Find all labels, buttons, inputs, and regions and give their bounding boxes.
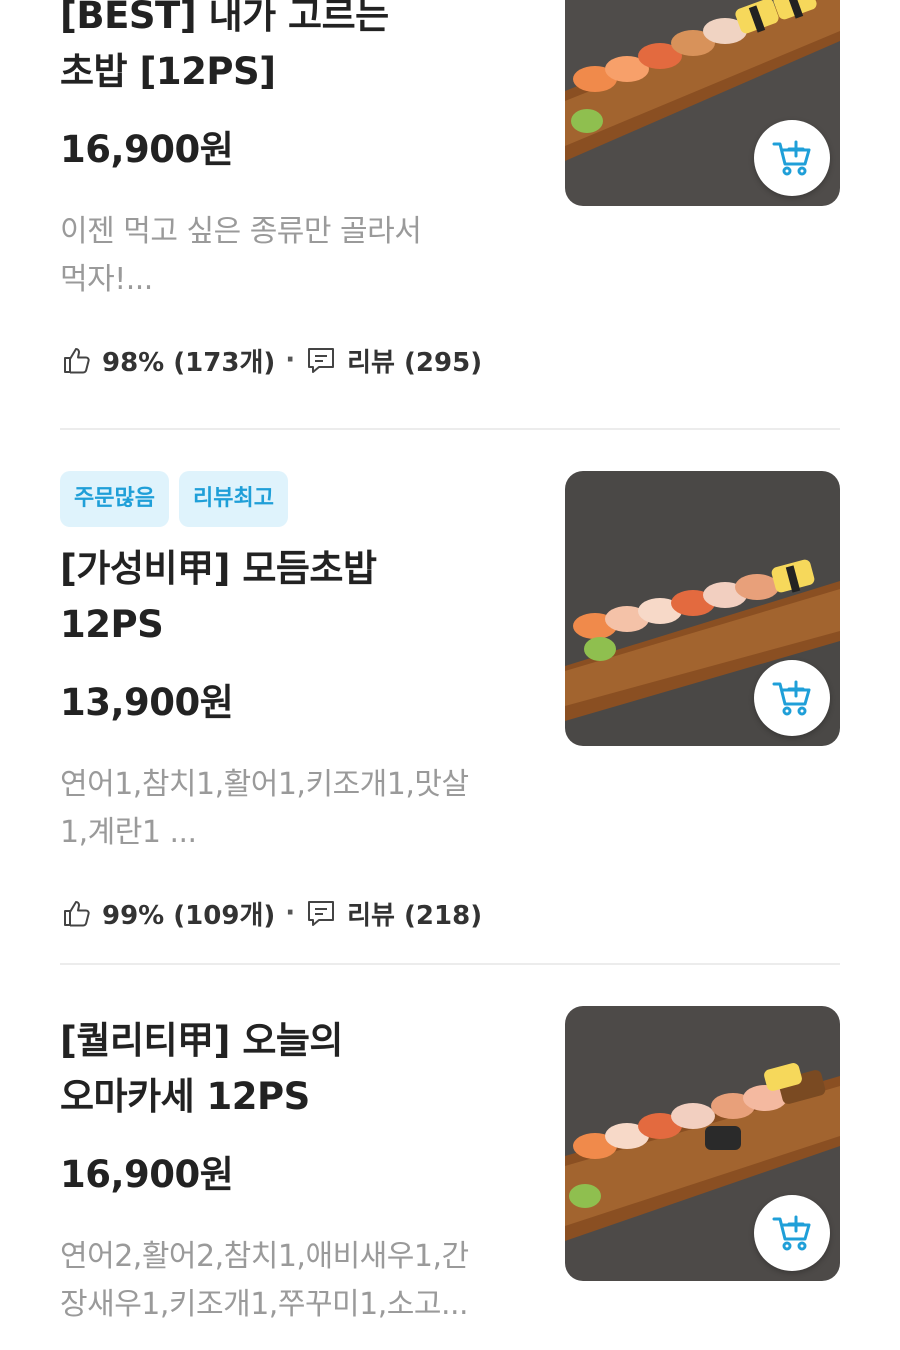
thumbs-up-icon: [64, 348, 90, 374]
menu-item-price: 16,900원: [60, 1153, 234, 1196]
stat-separator: ·: [285, 345, 296, 375]
divider: [60, 428, 840, 430]
menu-item-title: [퀄리티甲] 오늘의 오마카세 12PS: [60, 1013, 530, 1125]
menu-item-title-line: [가성비甲] 모듬초밥: [60, 547, 377, 590]
like-rate: 98% (173개): [102, 347, 276, 378]
sushi-platter-photo[interactable]: [565, 471, 840, 746]
menu-item-description-line: 1,계란1 ...: [60, 815, 197, 850]
badge-row: 주문많음 리뷰최고: [60, 471, 530, 527]
menu-item-title-line: 오마카세 12PS: [60, 1075, 310, 1118]
menu-item-title: [BEST] 내가 고르는 초밥 [12PS]: [60, 0, 530, 100]
menu-item-stats: 98% (173개) · 리뷰 (295): [60, 340, 530, 380]
review-count[interactable]: 리뷰 (295): [347, 342, 482, 379]
cart-plus-icon: [772, 140, 811, 176]
menu-item-description-line: 이젠 먹고 싶은 종류만 골라서: [60, 214, 422, 249]
menu-item-stats: 99% (109개) · 리뷰 (218): [60, 893, 530, 933]
stat-separator: ·: [285, 898, 296, 928]
review-count[interactable]: 리뷰 (218): [347, 895, 482, 932]
thumbs-up-icon: [64, 901, 90, 927]
menu-item-description-line: 먹자!...: [60, 262, 153, 297]
badge-popular: 주문많음: [60, 471, 169, 527]
badge-top-reviewed: 리뷰최고: [178, 471, 288, 527]
menu-item-description: 이젠 먹고 싶은 종류만 골라서 먹자!...: [60, 208, 510, 304]
menu-item-price: 16,900원: [60, 128, 234, 171]
menu-item-text: [퀄리티甲] 오늘의 오마카세 12PS 16,900원 연어2,활어2,참치1…: [60, 1013, 530, 1329]
cart-plus-icon: [772, 680, 811, 716]
like-rate: 99% (109개): [102, 900, 276, 931]
add-to-cart-button[interactable]: [754, 120, 830, 196]
divider: [60, 963, 840, 965]
sushi-platter-photo[interactable]: [565, 0, 840, 206]
comment-icon: [308, 901, 335, 926]
menu-item-description: 연어1,참치1,활어1,키조개1,맛살 1,계란1 ...: [60, 761, 510, 857]
menu-item-description-line: 장새우1,키조개1,쭈꾸미1,소고...: [60, 1287, 469, 1322]
menu-item-price: 13,900원: [60, 681, 234, 724]
menu-item-description-line: 연어2,활어2,참치1,애비새우1,간: [60, 1239, 469, 1274]
add-to-cart-button[interactable]: [754, 1195, 830, 1271]
menu-list: [BEST] 내가 고르는 초밥 [12PS] 16,900원 이젠 먹고 싶은…: [0, 0, 900, 1350]
menu-item-title-line: 초밥 [12PS]: [60, 50, 276, 93]
sushi-platter-photo[interactable]: [565, 1006, 840, 1281]
menu-item-description-line: 연어1,참치1,활어1,키조개1,맛살: [60, 767, 469, 802]
menu-item-title: [가성비甲] 모듬초밥 12PS: [60, 541, 530, 653]
menu-item-title-line: [BEST] 내가 고르는: [60, 0, 389, 37]
comment-icon: [308, 348, 335, 373]
cart-plus-icon: [772, 1215, 811, 1251]
menu-item-title-line: 12PS: [60, 603, 164, 646]
menu-item-text: [BEST] 내가 고르는 초밥 [12PS] 16,900원 이젠 먹고 싶은…: [60, 0, 530, 380]
add-to-cart-button[interactable]: [754, 660, 830, 736]
menu-item-text: 주문많음 리뷰최고 [가성비甲] 모듬초밥 12PS 13,900원 연어1,참…: [60, 471, 530, 933]
menu-item-title-line: [퀄리티甲] 오늘의: [60, 1019, 343, 1062]
menu-item-description: 연어2,활어2,참치1,애비새우1,간 장새우1,키조개1,쭈꾸미1,소고...: [60, 1233, 510, 1329]
